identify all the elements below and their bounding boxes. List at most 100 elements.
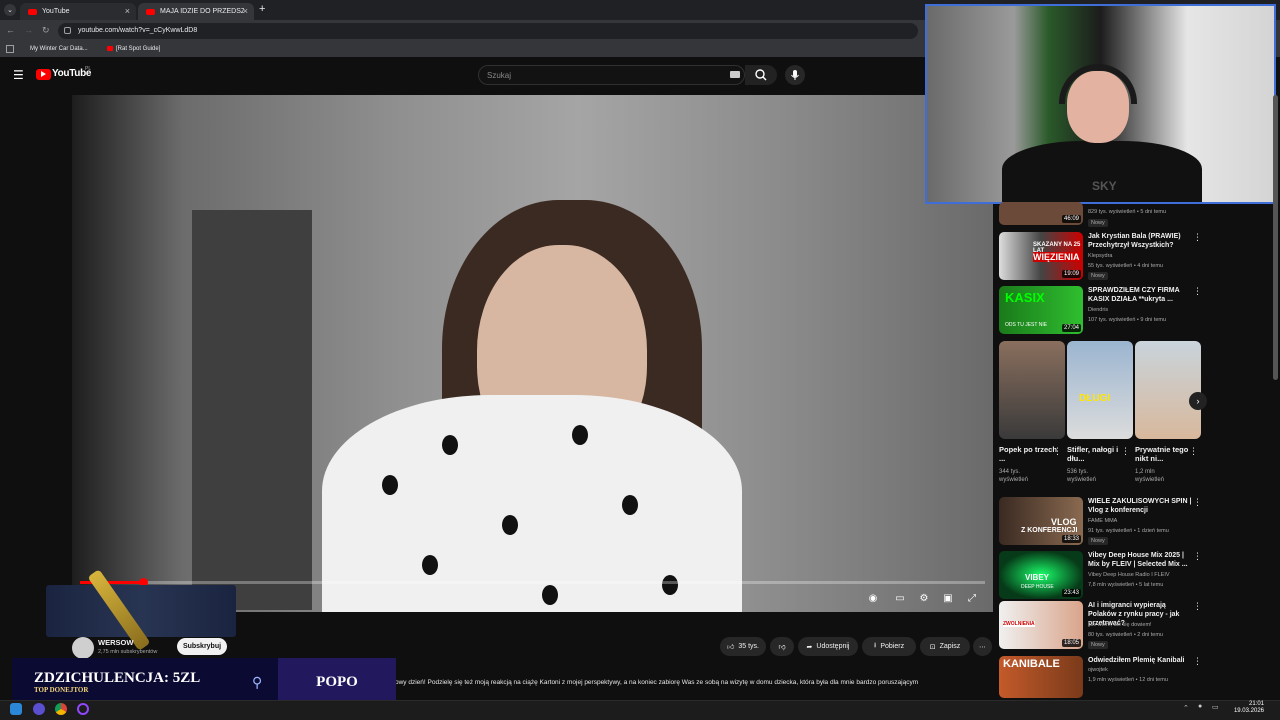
taskbar-clock[interactable]: 21:01 19.03.2026 [1224, 701, 1264, 715]
more-vertical-icon[interactable]: ⋮ [1193, 232, 1202, 243]
subscriber-count: 2,75 mln subskrybentów [98, 649, 158, 655]
close-tab-icon[interactable]: × [125, 6, 130, 16]
miniplayer-icon[interactable]: ▣ [939, 590, 957, 606]
video-player[interactable] [72, 95, 993, 612]
more-vertical-icon[interactable]: ⋮ [1121, 446, 1130, 457]
back-arrow-icon[interactable]: ← [6, 25, 15, 35]
reload-icon[interactable]: ↻ [42, 25, 50, 36]
settings-gear-icon[interactable]: ⚙ [915, 590, 933, 606]
donation-subtitle: TOP DONEJTOR [34, 686, 89, 694]
channel-name[interactable]: WERSOW [98, 638, 133, 647]
more-vertical-icon[interactable]: ⋮ [1193, 601, 1202, 612]
close-tab-icon[interactable]: × [243, 6, 248, 16]
country-code: PL [85, 66, 92, 72]
discord-icon[interactable] [33, 703, 45, 715]
more-vertical-icon[interactable]: ⋮ [1193, 286, 1202, 297]
address-bar[interactable]: youtube.com/watch?v=_cCyKwwLdD8 [58, 23, 918, 39]
windows-start-icon[interactable] [10, 703, 22, 715]
recommended-item[interactable]: KASIX ODS TU JEST NIE 27:04 SPRAWDZIŁEM … [999, 286, 1209, 336]
new-tab-button[interactable]: + [259, 3, 265, 15]
apps-grid-icon[interactable] [6, 45, 14, 53]
short-thumbnail[interactable] [999, 341, 1065, 439]
chrome-icon[interactable] [55, 703, 67, 715]
voice-search-button[interactable] [785, 65, 805, 85]
recommended-item[interactable]: VIBEY DEEP HOUSE 23:43 Vibey Deep House … [999, 551, 1209, 601]
tab-youtube[interactable]: YouTube × [20, 3, 136, 20]
more-vertical-icon[interactable]: ⋮ [1053, 446, 1062, 457]
short-title[interactable]: Stifler, nałogi i dłu... [1067, 445, 1127, 463]
download-icon: ⭳ [873, 642, 877, 649]
donation-text: ZDZICHULENCJA: 5ZL [34, 670, 201, 686]
like-button[interactable]: 👍︎ 35 tys. [720, 637, 766, 656]
donation-right-label: POPO [278, 658, 396, 706]
recommended-item[interactable]: VLOG Z KONFERENCJI 18:33 WIELE ZAKULISOW… [999, 497, 1209, 547]
donation-alert: ZDZICHULENCJA: 5ZL TOP DONEJTOR ⚲ POPO [12, 658, 396, 706]
more-vertical-icon[interactable]: ⋮ [1193, 551, 1202, 562]
short-views: 344 tys. wyświetleń [999, 469, 1029, 483]
youtube-favicon-icon [146, 8, 155, 15]
recommended-item[interactable]: 46:09 829 tys. wyświetleń • 5 dni temu N… [999, 202, 1209, 229]
tray-chevron-up-icon[interactable]: ⌃ [1183, 704, 1189, 712]
video-description[interactable]: owy dzień! Podzielę się też moją reakcją… [395, 679, 990, 686]
more-vertical-icon[interactable]: ⋮ [1193, 497, 1202, 508]
search-button[interactable] [745, 65, 777, 85]
recommended-item[interactable]: SKAZANY NA 25 LAT WIĘZIENIA 19:09 Jak Kr… [999, 232, 1209, 282]
subscribe-button[interactable]: Subskrybuj [177, 638, 227, 655]
thumbs-up-icon: 👍︎ [727, 644, 735, 651]
site-info-icon[interactable] [64, 27, 71, 34]
windows-taskbar [0, 700, 1280, 720]
video-thumbnail: KANIBALE [999, 656, 1083, 698]
download-button[interactable]: ⭳ Pobierz [862, 637, 916, 656]
search-input[interactable]: Szukaj [478, 65, 745, 85]
search-icon [755, 69, 767, 81]
video-thumbnail: ZWOLNIENIA 18:05 [999, 601, 1083, 649]
short-title[interactable]: Prywatnie tego nikt ni... [1135, 445, 1195, 463]
thumbs-down-icon: 👎︎ [778, 644, 786, 651]
video-thumbnail: 46:09 [999, 202, 1083, 225]
short-views: 536 tys. wyświetleń [1067, 469, 1097, 483]
pin-icon: ⚲ [252, 674, 263, 690]
more-vertical-icon[interactable]: ⋮ [1193, 656, 1202, 667]
short-thumbnail[interactable] [1135, 341, 1201, 439]
tab-search-button[interactable]: ⌄ [4, 4, 16, 16]
short-title[interactable]: Popek po trzech ... [999, 445, 1059, 463]
channel-avatar[interactable] [72, 637, 94, 659]
recommended-item[interactable]: KANIBALE Odwiedziłem Plemię Kanibali ojw… [999, 656, 1209, 698]
menu-icon[interactable]: ☰ [13, 68, 24, 82]
subtitles-icon[interactable]: ▭ [891, 590, 909, 606]
webcam-person-body: SKY [1002, 141, 1202, 202]
video-frame-door [192, 210, 312, 610]
video-frame-jacket [322, 395, 742, 612]
bookmark-rat-spot-guide[interactable]: [Rat Spot Guide] [116, 46, 160, 52]
autoplay-toggle-icon[interactable]: ◉ [864, 590, 882, 606]
youtube-favicon-icon [28, 8, 37, 15]
headset-icon [1059, 64, 1137, 104]
shorts-next-button[interactable]: › [1189, 392, 1207, 410]
short-views: 1,2 mln wyświetleń [1135, 469, 1165, 483]
play-glyph-icon [41, 71, 46, 77]
more-actions-button[interactable]: ⋯ [973, 637, 992, 656]
video-thumbnail: VIBEY DEEP HOUSE 23:43 [999, 551, 1083, 599]
streamer-webcam: SKY [925, 4, 1276, 204]
microphone-tray-icon[interactable]: ● [1198, 703, 1202, 710]
more-vertical-icon[interactable]: ⋮ [1189, 446, 1198, 457]
forward-arrow-icon[interactable]: → [24, 25, 33, 35]
short-thumbnail[interactable]: DŁUGI [1067, 341, 1133, 439]
save-button[interactable]: ⊡ Zapisz [920, 637, 970, 656]
keyboard-icon[interactable] [730, 71, 740, 78]
display-tray-icon[interactable]: ▭ [1212, 703, 1219, 711]
share-button[interactable]: ➦ Udostępnij [798, 637, 858, 656]
more-horizontal-icon: ⋯ [979, 643, 986, 651]
dislike-button[interactable]: 👎︎ [770, 637, 794, 656]
obs-icon[interactable] [77, 703, 89, 715]
bookmark-my-winter-car[interactable]: My Winter Car Data... [30, 46, 88, 52]
recommended-item[interactable]: ZWOLNIENIA 18:05 AI i imigranci wypieraj… [999, 601, 1209, 651]
progress-bar[interactable] [80, 581, 985, 584]
microphone-icon [791, 70, 799, 80]
chevron-right-icon: › [1196, 396, 1200, 406]
tab-current-video[interactable]: MAJA IDZIE DO PRZEDSZKOLA × [138, 3, 254, 20]
page-scrollbar[interactable] [1273, 95, 1278, 380]
video-thumbnail: SKAZANY NA 25 LAT WIĘZIENIA 19:09 [999, 232, 1083, 280]
video-thumbnail: KASIX ODS TU JEST NIE 27:04 [999, 286, 1083, 334]
fullscreen-icon[interactable]: ⤢ [963, 590, 981, 606]
